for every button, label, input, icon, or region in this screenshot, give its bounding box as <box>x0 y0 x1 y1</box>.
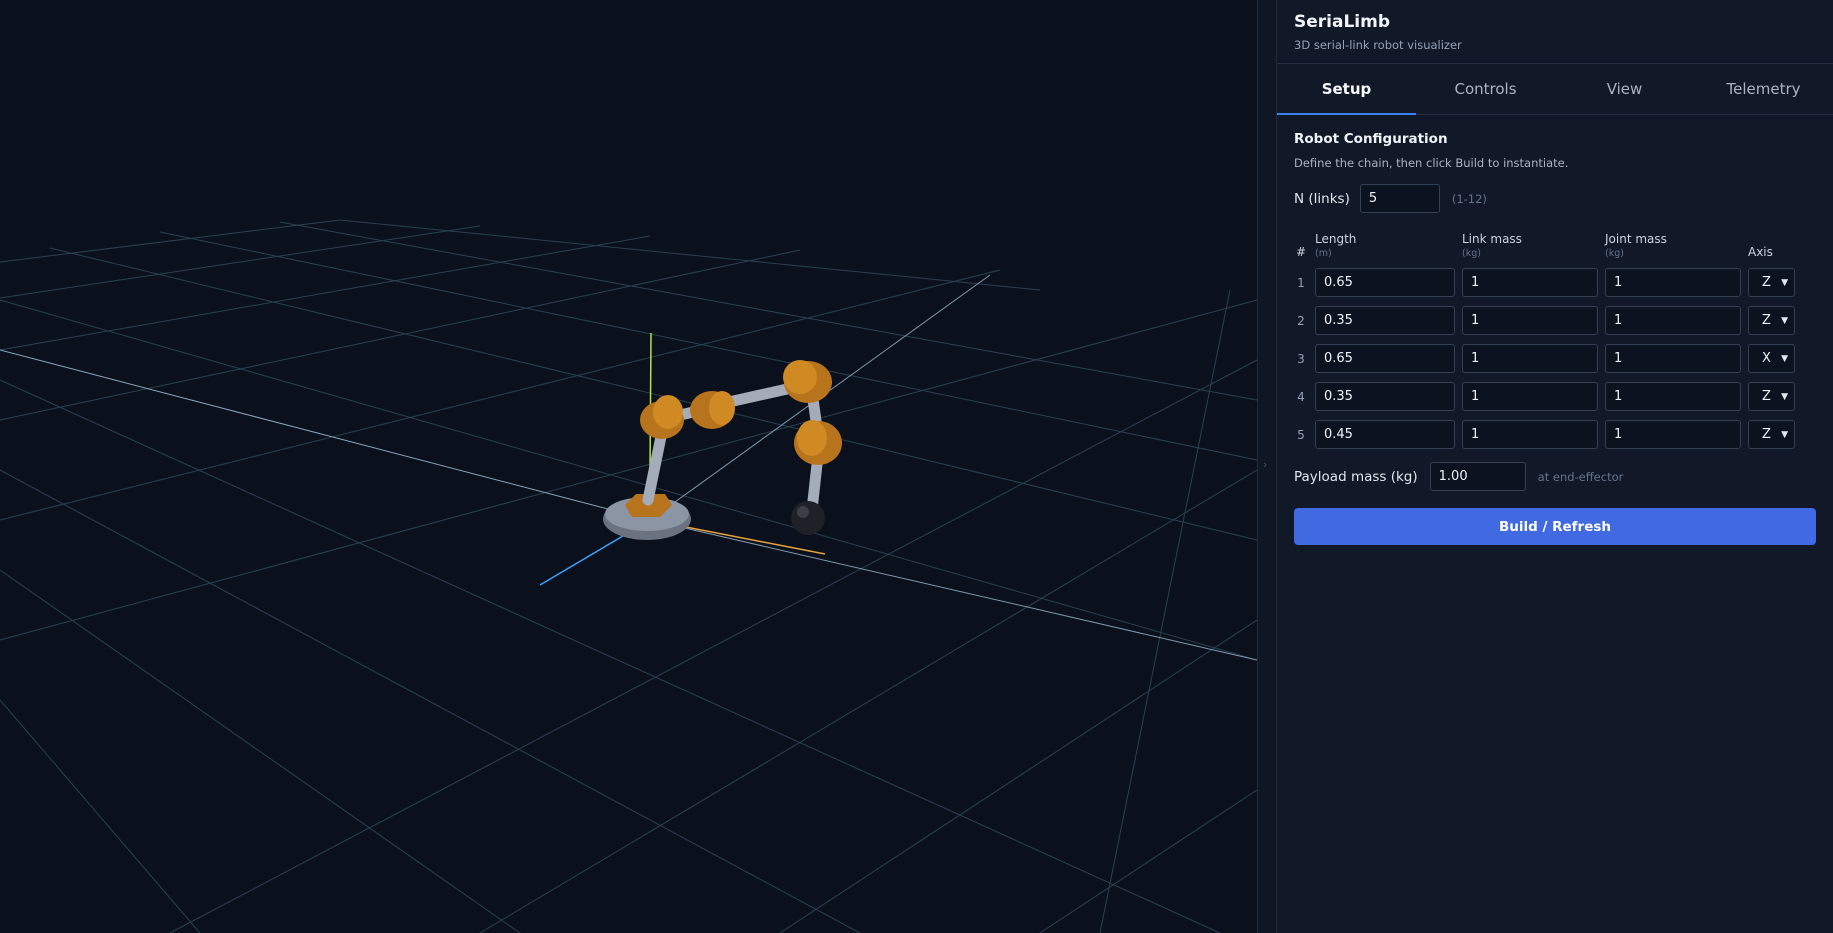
tab-bar: Setup Controls View Telemetry <box>1277 64 1833 115</box>
link-mass-input[interactable] <box>1462 306 1598 335</box>
ground-grid <box>0 219 1257 933</box>
row-index: 2 <box>1297 313 1305 328</box>
table-row: 1 Z▼ <box>1294 268 1795 297</box>
links-table-header: # Length (m) Link mass (kg) Joint mass (kg)… <box>1294 232 1795 259</box>
panel-collapse-handle[interactable]: › <box>1257 0 1277 933</box>
section-description: Define the chain, then click Build to in… <box>1294 156 1569 170</box>
axis-value: X <box>1762 351 1771 366</box>
joint-mass-input[interactable] <box>1605 268 1741 297</box>
side-panel: SeriaLimb 3D serial-link robot visualize… <box>1277 0 1833 933</box>
row-index: 5 <box>1297 427 1305 442</box>
col-link-mass-unit: (kg) <box>1462 248 1481 259</box>
tab-telemetry[interactable]: Telemetry <box>1694 64 1833 114</box>
table-row: 5 Z▼ <box>1294 420 1795 449</box>
chevron-down-icon: ▼ <box>1781 315 1788 326</box>
robot-arm <box>603 360 842 540</box>
app-title: SeriaLimb <box>1294 12 1390 32</box>
payload-hint: at end-effector <box>1537 469 1624 484</box>
chevron-down-icon: ▼ <box>1781 429 1788 440</box>
col-joint-mass: Joint mass <box>1605 232 1667 246</box>
length-input[interactable] <box>1315 420 1455 449</box>
length-input[interactable] <box>1315 306 1455 335</box>
section-title: Robot Configuration <box>1294 131 1448 147</box>
axis-select[interactable]: Z ▼ <box>1748 268 1795 297</box>
scene-canvas <box>0 219 1257 933</box>
chevron-right-icon: › <box>1263 458 1268 471</box>
joint-mass-input[interactable] <box>1605 382 1741 411</box>
joint-mass-input[interactable] <box>1605 420 1741 449</box>
tab-setup[interactable]: Setup <box>1277 64 1416 115</box>
col-axis: Axis <box>1748 245 1773 259</box>
link-mass-input[interactable] <box>1462 382 1598 411</box>
n-links-label: N (links) <box>1294 190 1350 207</box>
row-index: 3 <box>1297 351 1305 366</box>
panel-header: SeriaLimb 3D serial-link robot visualize… <box>1277 0 1833 64</box>
joint-mass-input[interactable] <box>1605 306 1741 335</box>
payload-label: Payload mass (kg) <box>1294 468 1418 485</box>
axis-select[interactable]: Z ▼ <box>1748 306 1795 335</box>
robot-configuration-section: Robot Configuration Define the chain, th… <box>1277 115 1833 561</box>
row-index: 4 <box>1297 389 1305 404</box>
axis-select[interactable]: X ▼ <box>1748 344 1795 373</box>
col-index: # <box>1295 245 1307 259</box>
chevron-down-icon: ▼ <box>1781 277 1788 288</box>
n-links-hint: (1-12) <box>1451 191 1487 206</box>
col-joint-mass-unit: (kg) <box>1605 248 1624 259</box>
tab-view[interactable]: View <box>1555 64 1694 114</box>
build-refresh-button[interactable]: Build / Refresh <box>1294 508 1816 545</box>
joint-mass-input[interactable] <box>1605 344 1741 373</box>
chevron-down-icon: ▼ <box>1781 391 1788 402</box>
axis-value: Z <box>1762 275 1771 290</box>
link-mass-input[interactable] <box>1462 268 1598 297</box>
payload-row: Payload mass (kg) at end-effector <box>1294 462 1816 491</box>
row-index: 1 <box>1297 275 1305 290</box>
app-subtitle: 3D serial-link robot visualizer <box>1294 38 1462 52</box>
table-row: 4 Z▼ <box>1294 382 1795 411</box>
links-table: # Length (m) Link mass (kg) Joint mass (kg)… <box>1287 223 1802 458</box>
axis-select[interactable]: Z ▼ <box>1748 382 1795 411</box>
chevron-down-icon: ▼ <box>1781 353 1788 364</box>
length-input[interactable] <box>1315 344 1455 373</box>
tab-controls[interactable]: Controls <box>1416 64 1555 114</box>
n-links-input[interactable] <box>1359 184 1440 213</box>
link-mass-input[interactable] <box>1462 344 1598 373</box>
axis-value: Z <box>1762 427 1771 442</box>
col-length: Length <box>1315 232 1357 246</box>
axis-value: Z <box>1762 389 1771 404</box>
world-axes <box>0 274 1257 661</box>
length-input[interactable] <box>1315 382 1455 411</box>
col-link-mass: Link mass <box>1462 232 1522 246</box>
axis-value: Z <box>1762 313 1771 328</box>
table-row: 3 X▼ <box>1294 344 1795 373</box>
3d-viewport[interactable] <box>0 0 1257 933</box>
length-input[interactable] <box>1315 268 1455 297</box>
axis-select[interactable]: Z ▼ <box>1748 420 1795 449</box>
n-links-row: N (links) (1-12) <box>1294 184 1816 213</box>
table-row: 2 Z▼ <box>1294 306 1795 335</box>
col-length-unit: (m) <box>1315 248 1332 259</box>
link-mass-input[interactable] <box>1462 420 1598 449</box>
payload-input[interactable] <box>1429 462 1526 491</box>
